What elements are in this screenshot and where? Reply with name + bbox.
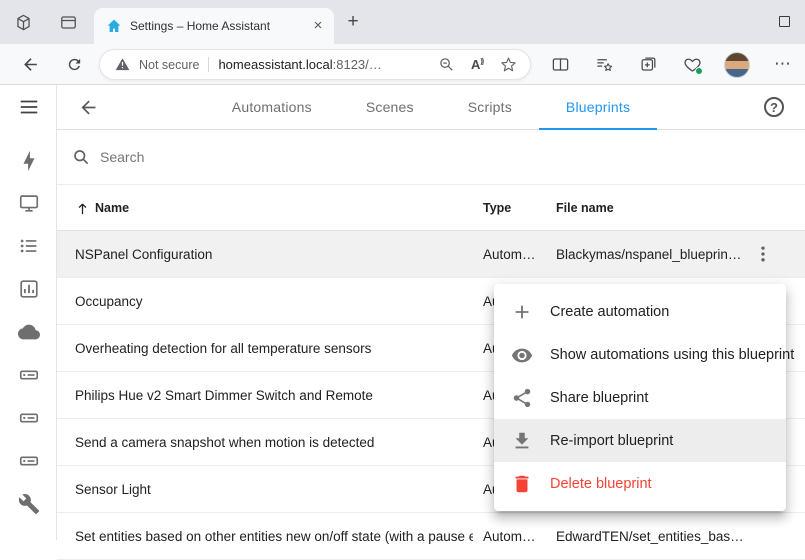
browser-titlebar: Settings – Home Assistant × + xyxy=(0,0,805,44)
search-input[interactable]: Search xyxy=(57,130,805,185)
browser-navbar: Not secure homeassistant.local :8123/… A… xyxy=(0,44,805,85)
menu-item-reimport-blueprint[interactable]: Re-import blueprint xyxy=(494,419,786,462)
favorite-star-icon[interactable] xyxy=(498,55,518,75)
tab-blueprints[interactable]: Blueprints xyxy=(539,85,657,130)
refresh-icon[interactable] xyxy=(62,52,86,76)
menu-item-show-automations[interactable]: Show automations using this blueprint xyxy=(494,333,786,376)
row-name: Overheating detection for all temperatur… xyxy=(75,325,371,372)
share-icon xyxy=(510,386,534,410)
sidebar-energy-icon[interactable] xyxy=(17,149,41,173)
plus-icon xyxy=(510,300,534,324)
home-assistant-favicon xyxy=(106,18,122,34)
column-header-type[interactable]: Type xyxy=(483,185,511,231)
menu-item-create-automation[interactable]: Create automation xyxy=(494,290,786,333)
row-file: Blackymas/nspanel_blueprin… xyxy=(556,231,741,278)
browser-tab[interactable]: Settings – Home Assistant × xyxy=(94,8,334,44)
column-header-name[interactable]: Name xyxy=(75,185,129,231)
help-icon[interactable]: ? xyxy=(764,97,784,117)
blueprint-context-menu: Create automation Show automations using… xyxy=(494,284,786,511)
address-divider xyxy=(208,57,209,72)
zoom-icon[interactable] xyxy=(436,55,456,75)
collections-icon[interactable] xyxy=(636,52,660,76)
security-label: Not secure xyxy=(139,58,199,72)
ha-toolbar: Automations Scenes Scripts Blueprints ? xyxy=(57,85,805,130)
tab-title: Settings – Home Assistant xyxy=(130,19,308,33)
row-name: Sensor Light xyxy=(75,466,151,513)
row-file: EdwardTEN/set_entities_bas… xyxy=(556,513,744,560)
browser-essentials-icon[interactable] xyxy=(680,52,704,76)
url-path: :8123/… xyxy=(333,57,382,72)
trash-icon xyxy=(510,472,534,496)
column-header-file[interactable]: File name xyxy=(556,185,614,231)
ha-tab-bar: Automations Scenes Scripts Blueprints xyxy=(57,85,805,130)
sidebar-tools-icon[interactable] xyxy=(17,492,41,516)
eye-icon xyxy=(510,343,534,367)
sort-ascending-icon xyxy=(75,201,90,216)
menu-item-share-blueprint[interactable]: Share blueprint xyxy=(494,376,786,419)
sidebar-logbook-icon[interactable] xyxy=(17,234,41,258)
tab-automations[interactable]: Automations xyxy=(205,85,339,130)
menu-item-delete-blueprint[interactable]: Delete blueprint xyxy=(494,462,786,505)
sidebar-server-icon[interactable] xyxy=(17,449,41,473)
sidebar-cloud-icon[interactable] xyxy=(17,320,41,344)
hamburger-menu-icon[interactable] xyxy=(17,95,41,119)
search-icon xyxy=(71,147,91,167)
split-screen-icon[interactable] xyxy=(548,52,572,76)
workspaces-icon[interactable] xyxy=(12,11,34,33)
sidebar-history-icon[interactable] xyxy=(17,277,41,301)
tab-actions-icon[interactable] xyxy=(57,11,79,33)
row-name: Send a camera snapshot when motion is de… xyxy=(75,419,374,466)
row-type: Autom… xyxy=(483,513,536,560)
tab-scenes[interactable]: Scenes xyxy=(339,85,441,130)
table-row[interactable]: Set entities based on other entities new… xyxy=(57,513,805,560)
row-name: Occupancy xyxy=(75,278,143,325)
table-row[interactable]: NSPanel Configuration Autom… Blackymas/n… xyxy=(57,231,805,278)
row-name: Philips Hue v2 Smart Dimmer Switch and R… xyxy=(75,372,373,419)
maximize-icon[interactable] xyxy=(779,16,790,27)
download-icon xyxy=(510,429,534,453)
row-name: NSPanel Configuration xyxy=(75,231,212,278)
row-name: Set entities based on other entities new… xyxy=(75,513,473,560)
sidebar-server-icon[interactable] xyxy=(17,406,41,430)
tab-scripts[interactable]: Scripts xyxy=(441,85,539,130)
profile-avatar[interactable] xyxy=(724,52,750,78)
essentials-status-badge xyxy=(695,67,703,75)
url-host: homeassistant.local xyxy=(218,57,332,72)
not-secure-warning-icon[interactable] xyxy=(112,55,132,75)
address-bar[interactable]: Not secure homeassistant.local :8123/… A… xyxy=(99,49,531,80)
ha-back-icon[interactable] xyxy=(76,95,100,119)
back-icon[interactable] xyxy=(18,52,42,76)
ha-sidebar xyxy=(0,85,57,540)
search-placeholder: Search xyxy=(100,149,144,165)
row-overflow-menu-icon[interactable] xyxy=(753,244,773,264)
table-header: Name Type File name xyxy=(57,185,805,231)
sidebar-server-icon[interactable] xyxy=(17,363,41,387)
row-type: Autom… xyxy=(483,231,536,278)
sidebar-media-icon[interactable] xyxy=(17,191,41,215)
more-menu-icon[interactable]: ⋯ xyxy=(771,52,795,76)
favorites-icon[interactable] xyxy=(592,52,616,76)
new-tab-button[interactable]: + xyxy=(342,11,364,33)
tab-close-icon[interactable]: × xyxy=(308,16,328,36)
read-aloud-icon[interactable]: A)) xyxy=(467,55,487,75)
